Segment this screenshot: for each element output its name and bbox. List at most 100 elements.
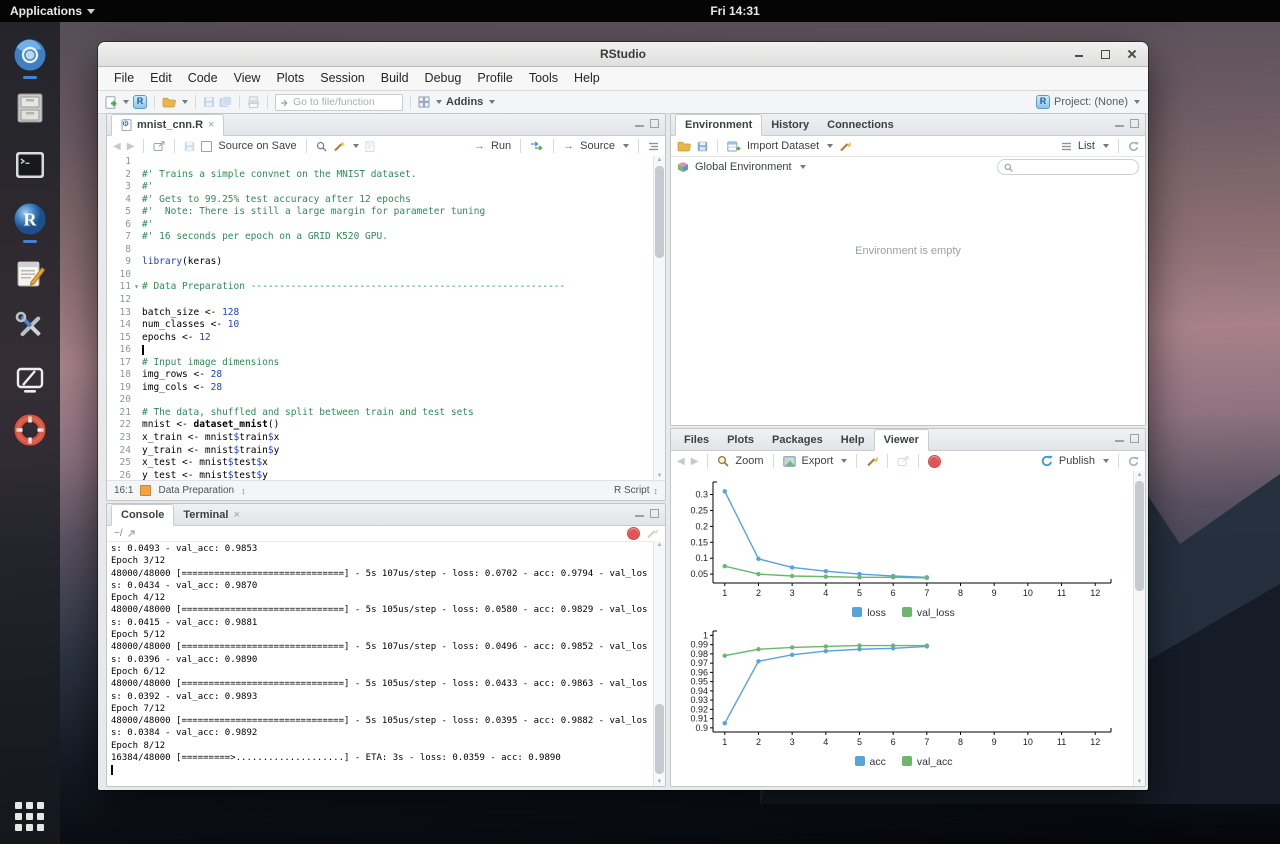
dock-file-manager-button[interactable] bbox=[13, 91, 47, 125]
code-line-23[interactable]: 23x_train <- mnist$train$x bbox=[107, 432, 654, 445]
close-tab-icon[interactable] bbox=[208, 115, 214, 135]
scroll-down-icon[interactable]: ▼ bbox=[654, 473, 665, 479]
tab-console[interactable]: Console bbox=[111, 504, 174, 526]
publish-caret[interactable] bbox=[1103, 459, 1109, 463]
save-button[interactable] bbox=[203, 96, 215, 108]
source-button[interactable]: Source bbox=[580, 140, 615, 152]
close-tab-icon[interactable] bbox=[233, 505, 239, 525]
run-button[interactable]: Run bbox=[491, 140, 511, 152]
publish-button[interactable]: Publish bbox=[1059, 455, 1095, 467]
goto-file-input[interactable]: Go to file/function bbox=[275, 94, 403, 111]
code-line-8[interactable]: 8 bbox=[107, 244, 654, 257]
dock-display-button[interactable] bbox=[13, 363, 47, 397]
list-view-button[interactable]: List bbox=[1078, 140, 1095, 152]
applications-menu[interactable]: Applications bbox=[10, 0, 95, 22]
tab-help[interactable]: Help bbox=[832, 430, 874, 450]
load-workspace-icon[interactable] bbox=[677, 141, 691, 152]
tab-files[interactable]: Files bbox=[675, 430, 718, 450]
new-file-button[interactable] bbox=[105, 96, 117, 109]
export-button[interactable]: Export bbox=[802, 455, 834, 467]
tab-plots[interactable]: Plots bbox=[718, 430, 763, 450]
menu-view[interactable]: View bbox=[226, 67, 269, 90]
save-workspace-icon[interactable] bbox=[697, 141, 708, 152]
menu-file[interactable]: File bbox=[106, 67, 142, 90]
menu-edit[interactable]: Edit bbox=[142, 67, 180, 90]
dock-terminal-button[interactable] bbox=[13, 148, 47, 182]
menu-session[interactable]: Session bbox=[312, 67, 372, 90]
tab-environment[interactable]: Environment bbox=[675, 114, 762, 136]
scope-selector[interactable]: Data Preparation bbox=[158, 485, 234, 496]
title-bar[interactable]: RStudio bbox=[98, 42, 1148, 67]
minimize-pane-icon[interactable] bbox=[635, 119, 644, 128]
menu-profile[interactable]: Profile bbox=[469, 67, 520, 90]
scrollbar-thumb[interactable] bbox=[655, 166, 664, 258]
clock[interactable]: Fri 14:31 bbox=[710, 0, 759, 22]
addins-button[interactable]: Addins bbox=[446, 96, 483, 108]
save-icon[interactable] bbox=[184, 141, 195, 152]
environment-search-input[interactable] bbox=[997, 159, 1139, 175]
environment-scope-selector[interactable]: Global Environment bbox=[695, 161, 792, 173]
refresh-icon[interactable] bbox=[1128, 456, 1139, 467]
open-file-button[interactable] bbox=[162, 97, 176, 108]
forward-icon[interactable]: ▶ bbox=[691, 456, 699, 467]
menu-build[interactable]: Build bbox=[373, 67, 417, 90]
refresh-icon[interactable] bbox=[1128, 141, 1139, 152]
menu-help[interactable]: Help bbox=[566, 67, 608, 90]
maximize-button[interactable] bbox=[1100, 48, 1112, 60]
code-line-10[interactable]: 10 bbox=[107, 269, 654, 282]
code-line-15[interactable]: 15epochs <- 12 bbox=[107, 332, 654, 345]
code-line-2[interactable]: 2#' Trains a simple convnet on the MNIST… bbox=[107, 169, 654, 182]
file-type-selector[interactable]: R Script bbox=[614, 485, 650, 496]
back-icon[interactable]: ◀ bbox=[113, 141, 121, 152]
code-line-25[interactable]: 25x_test <- mnist$test$x bbox=[107, 457, 654, 470]
minimize-pane-icon[interactable] bbox=[1115, 119, 1124, 128]
code-line-6[interactable]: 6#' bbox=[107, 219, 654, 232]
code-line-11[interactable]: 11▾# Data Preparation ------------------… bbox=[107, 281, 654, 294]
code-editor[interactable]: 12#' Trains a simple convnet on the MNIS… bbox=[107, 156, 654, 480]
code-line-26[interactable]: 26y_test <- mnist$test$y bbox=[107, 470, 654, 480]
minimize-button[interactable] bbox=[1074, 48, 1086, 60]
scroll-down-icon[interactable]: ▼ bbox=[654, 779, 665, 785]
rerun-icon[interactable] bbox=[530, 141, 544, 151]
scroll-down-icon[interactable]: ▼ bbox=[1134, 779, 1145, 785]
panes-layout-button[interactable] bbox=[418, 96, 430, 108]
project-menu[interactable]: Project: (None) bbox=[1036, 95, 1140, 109]
tab-viewer[interactable]: Viewer bbox=[874, 429, 929, 451]
tab-connections[interactable]: Connections bbox=[818, 115, 903, 135]
code-line-5[interactable]: 5#' Note: There is still a large margin … bbox=[107, 206, 654, 219]
code-line-12[interactable]: 12 bbox=[107, 294, 654, 307]
dock-help-button[interactable] bbox=[13, 413, 47, 447]
open-file-caret[interactable] bbox=[182, 100, 188, 104]
save-all-button[interactable] bbox=[219, 96, 232, 108]
code-line-17[interactable]: 17# Input image dimensions bbox=[107, 357, 654, 370]
maximize-pane-icon[interactable] bbox=[650, 119, 659, 128]
find-icon[interactable] bbox=[316, 141, 327, 152]
code-line-24[interactable]: 24y_train <- mnist$train$y bbox=[107, 445, 654, 458]
close-button[interactable] bbox=[1126, 48, 1138, 60]
scrollbar-thumb[interactable] bbox=[655, 704, 664, 774]
code-tools-caret[interactable] bbox=[353, 144, 359, 148]
popout-icon[interactable] bbox=[897, 456, 909, 467]
scroll-up-icon[interactable]: ▲ bbox=[654, 157, 665, 163]
forward-icon[interactable]: ▶ bbox=[127, 141, 135, 152]
code-line-3[interactable]: 3#' bbox=[107, 181, 654, 194]
scroll-up-icon[interactable]: ▲ bbox=[1134, 472, 1145, 478]
tab-history[interactable]: History bbox=[762, 115, 818, 135]
source-on-save-checkbox[interactable] bbox=[201, 141, 212, 152]
menu-plots[interactable]: Plots bbox=[268, 67, 312, 90]
import-dataset-caret[interactable] bbox=[827, 144, 833, 148]
code-line-16[interactable]: 16 bbox=[107, 344, 654, 357]
zoom-button[interactable]: Zoom bbox=[735, 455, 763, 467]
maximize-pane-icon[interactable] bbox=[1130, 434, 1139, 443]
fold-icon[interactable]: ▾ bbox=[131, 281, 142, 294]
menu-debug[interactable]: Debug bbox=[417, 67, 470, 90]
dock-text-editor-button[interactable] bbox=[13, 256, 47, 290]
document-outline-icon[interactable] bbox=[648, 142, 659, 151]
code-line-7[interactable]: 7#' 16 seconds per epoch on a GRID K520 … bbox=[107, 231, 654, 244]
viewer-scrollbar[interactable]: ▲ ▼ bbox=[1133, 471, 1145, 786]
dock-tools-button[interactable] bbox=[13, 309, 47, 343]
code-line-13[interactable]: 13batch_size <- 128 bbox=[107, 307, 654, 320]
console-output[interactable]: s: 0.0493 - val_acc: 0.9853Epoch 3/12480… bbox=[107, 541, 654, 786]
menu-tools[interactable]: Tools bbox=[521, 67, 566, 90]
code-line-20[interactable]: 20 bbox=[107, 394, 654, 407]
